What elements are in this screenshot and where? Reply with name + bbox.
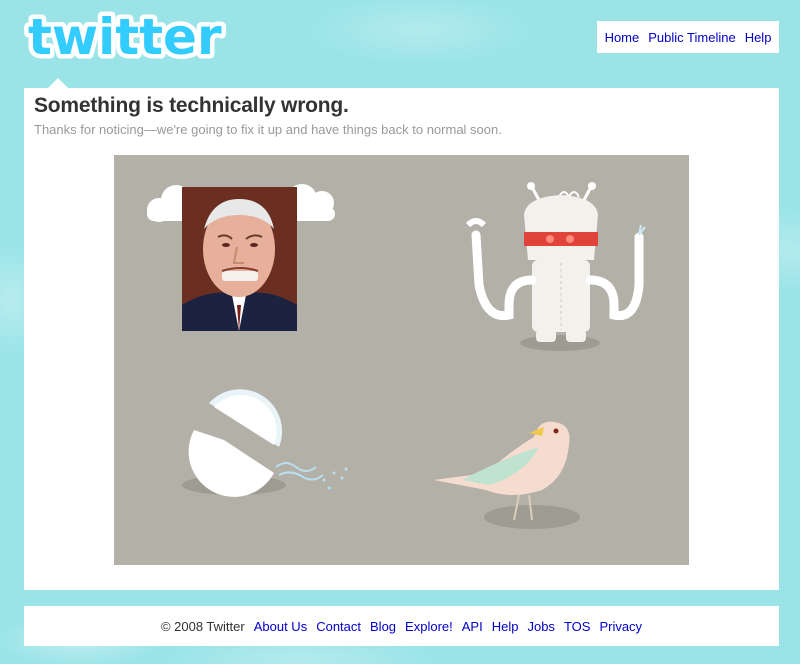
nav-help[interactable]: Help [745, 30, 772, 45]
robot-icon [465, 182, 646, 351]
footer-link-contact[interactable]: Contact [316, 619, 361, 634]
main-content: Something is technically wrong. Thanks f… [24, 88, 779, 590]
top-nav: Home Public Timeline Help [597, 21, 779, 53]
footer-link-api[interactable]: API [462, 619, 483, 634]
error-illustration [114, 155, 689, 565]
face-image [182, 187, 297, 331]
broken-egg-icon [182, 389, 348, 497]
logo-text: twitter [28, 8, 222, 66]
content-pointer [48, 78, 68, 88]
footer-link-blog[interactable]: Blog [370, 619, 396, 634]
nav-home[interactable]: Home [605, 30, 640, 45]
footer-link-tos[interactable]: TOS [564, 619, 591, 634]
footer-link-jobs[interactable]: Jobs [527, 619, 554, 634]
error-title: Something is technically wrong. [34, 94, 349, 117]
footer-link-help[interactable]: Help [492, 619, 519, 634]
footer-link-privacy[interactable]: Privacy [599, 619, 642, 634]
footer: © 2008 Twitter About Us Contact Blog Exp… [24, 606, 779, 646]
copyright: © 2008 Twitter [160, 618, 245, 634]
footer-link-about[interactable]: About Us [254, 619, 307, 634]
bird-icon [434, 421, 580, 529]
error-message: Thanks for noticing—we're going to fix i… [34, 122, 502, 137]
face-photo [182, 187, 297, 331]
footer-link-explore[interactable]: Explore! [405, 619, 453, 634]
nav-public-timeline[interactable]: Public Timeline [648, 30, 735, 45]
twitter-logo[interactable]: twitter twitter [24, 8, 234, 66]
